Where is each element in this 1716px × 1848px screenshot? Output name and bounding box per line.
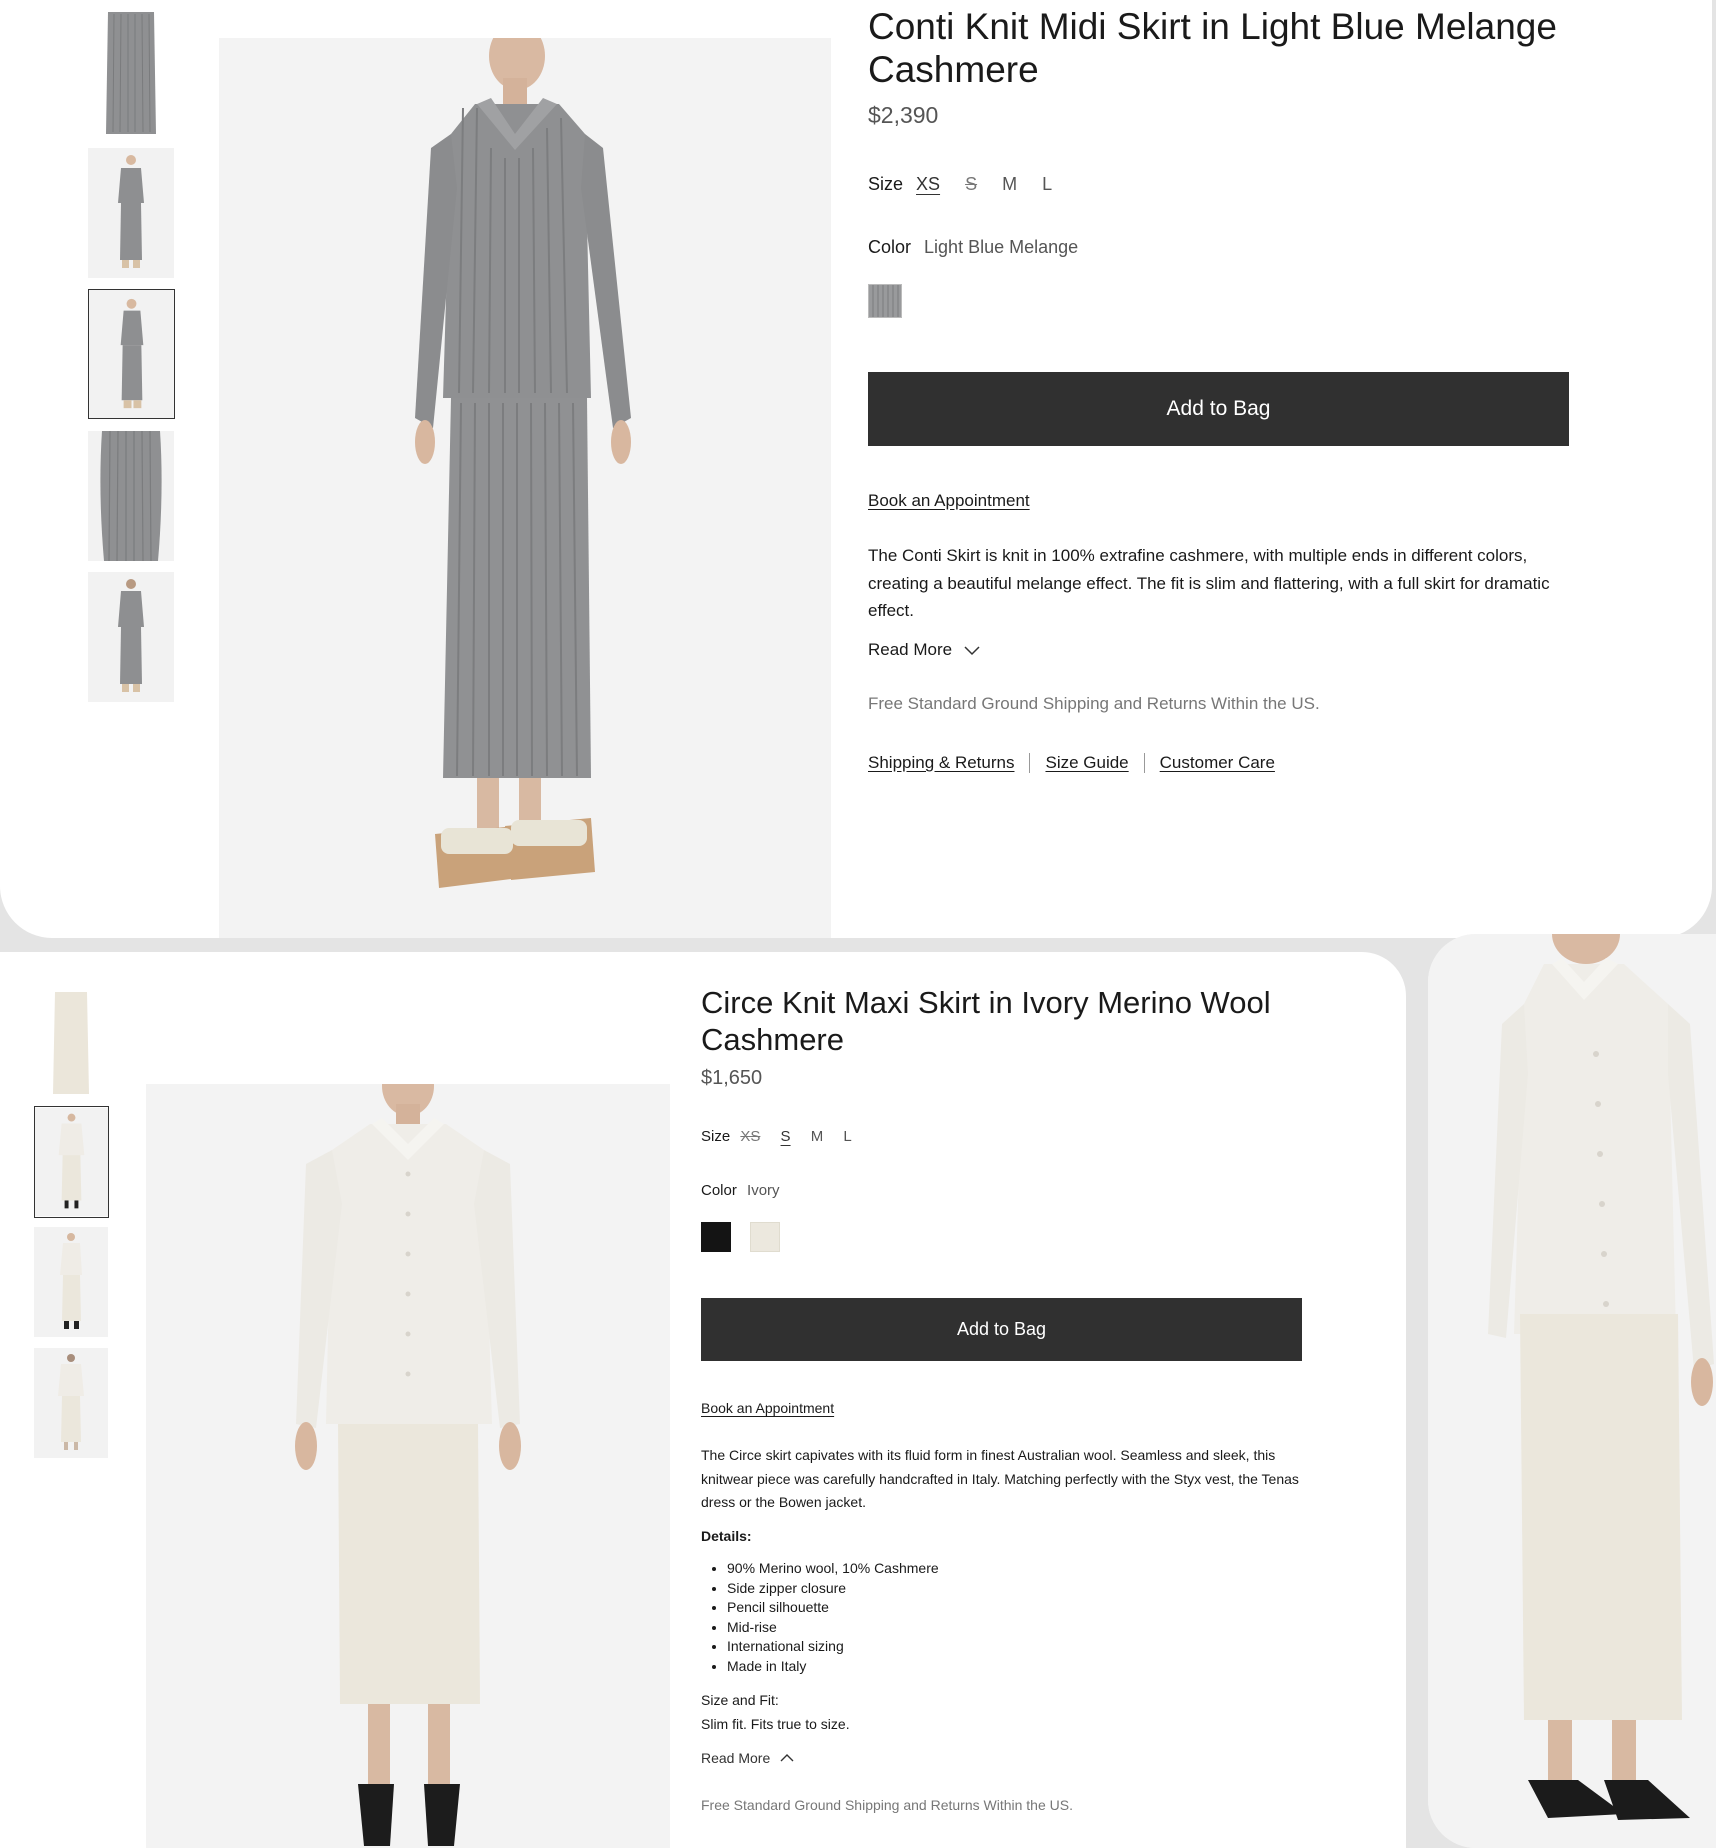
thumbnail-model-side[interactable] bbox=[88, 289, 175, 419]
swatch-light-blue-melange[interactable] bbox=[868, 284, 902, 318]
size-option-s[interactable]: S bbox=[965, 174, 977, 195]
thumbnail-model-back[interactable] bbox=[34, 1348, 108, 1458]
details-item: Pencil silhouette bbox=[727, 1598, 939, 1618]
size-option-m[interactable]: M bbox=[811, 1128, 824, 1145]
product-title: Circe Knit Maxi Skirt in Ivory Merino Wo… bbox=[701, 984, 1341, 1058]
swatch-ivory[interactable] bbox=[750, 1222, 780, 1252]
product-main-image bbox=[146, 1084, 670, 1848]
customer-care-link[interactable]: Customer Care bbox=[1160, 753, 1275, 773]
size-option-l[interactable]: L bbox=[1042, 174, 1052, 195]
link-divider bbox=[1143, 753, 1145, 773]
size-label: Size bbox=[701, 1128, 731, 1145]
product-price: $1,650 bbox=[701, 1067, 763, 1089]
color-value: Ivory bbox=[747, 1182, 780, 1199]
color-selector: Color Light Blue Melange bbox=[868, 237, 1078, 258]
color-value: Light Blue Melange bbox=[924, 237, 1079, 257]
product-title-line1: Circe Knit Maxi Skirt in Ivory Merino Wo… bbox=[701, 985, 1271, 1020]
book-appointment-link[interactable]: Book an Appointment bbox=[701, 1400, 834, 1416]
size-option-xs[interactable]: XS bbox=[740, 1128, 760, 1145]
product-title: Conti Knit Midi Skirt in Light Blue Mela… bbox=[868, 6, 1688, 92]
thumbnail-model-front[interactable] bbox=[34, 1106, 109, 1218]
color-label: Color bbox=[868, 237, 912, 257]
details-heading: Details: bbox=[701, 1528, 752, 1544]
link-divider bbox=[1029, 753, 1031, 773]
size-option-l[interactable]: L bbox=[843, 1128, 851, 1145]
thumbnail-skirt-flat[interactable] bbox=[34, 988, 108, 1098]
details-item: Mid-rise bbox=[727, 1618, 939, 1638]
details-item: Side zipper closure bbox=[727, 1579, 939, 1599]
side-product-image bbox=[1428, 934, 1716, 1848]
shipping-note: Free Standard Ground Shipping and Return… bbox=[701, 1797, 1073, 1813]
product-card-conti: Conti Knit Midi Skirt in Light Blue Mela… bbox=[0, 0, 1712, 938]
product-title-line1: Conti Knit Midi Skirt in Light Blue Mela… bbox=[868, 6, 1557, 47]
details-item: International sizing bbox=[727, 1637, 939, 1657]
add-to-bag-button[interactable]: Add to Bag bbox=[701, 1298, 1302, 1361]
size-option-s[interactable]: S bbox=[781, 1128, 791, 1145]
product-description: The Conti Skirt is knit in 100% extrafin… bbox=[868, 546, 1550, 620]
read-more-toggle[interactable]: Read More bbox=[868, 640, 981, 660]
thumbnail-skirt-detail[interactable] bbox=[88, 431, 174, 561]
color-selector: Color Ivory bbox=[701, 1182, 780, 1199]
size-label: Size bbox=[868, 174, 904, 194]
footer-links: Shipping & Returns Size Guide Customer C… bbox=[868, 753, 1275, 773]
size-option-xs[interactable]: XS bbox=[916, 174, 940, 195]
thumbnail-model-front[interactable] bbox=[88, 148, 174, 278]
product-title-line2: Cashmere bbox=[868, 48, 1039, 90]
shipping-returns-link[interactable]: Shipping & Returns bbox=[868, 753, 1014, 773]
chevron-up-icon bbox=[780, 1754, 794, 1762]
details-list: 90% Merino wool, 10% Cashmere Side zippe… bbox=[701, 1559, 939, 1677]
size-selector: Size XS S M L bbox=[701, 1128, 852, 1145]
product-price: $2,390 bbox=[868, 102, 939, 128]
size-option-m[interactable]: M bbox=[1002, 174, 1017, 195]
details-item: Made in Italy bbox=[727, 1657, 939, 1677]
book-appointment-link[interactable]: Book an Appointment bbox=[868, 491, 1030, 511]
product-description: The Circe skirt capivates with its fluid… bbox=[701, 1447, 1299, 1510]
read-more-toggle[interactable]: Read More bbox=[701, 1750, 795, 1766]
read-more-label: Read More bbox=[701, 1750, 771, 1766]
thumbnail-model-side[interactable] bbox=[34, 1227, 108, 1337]
model-side-image bbox=[1428, 934, 1716, 1848]
size-selector: Size XS S M L bbox=[868, 174, 1052, 195]
color-label: Color bbox=[701, 1182, 737, 1199]
size-fit-text: Slim fit. Fits true to size. bbox=[701, 1716, 850, 1732]
product-main-image bbox=[219, 38, 831, 938]
read-more-label: Read More bbox=[868, 640, 953, 659]
shipping-note: Free Standard Ground Shipping and Return… bbox=[868, 694, 1320, 713]
chevron-down-icon bbox=[964, 646, 980, 656]
thumbnail-model-back[interactable] bbox=[88, 572, 174, 702]
size-guide-link[interactable]: Size Guide bbox=[1045, 753, 1128, 773]
details-item: 90% Merino wool, 10% Cashmere bbox=[727, 1559, 939, 1579]
size-fit-heading: Size and Fit: bbox=[701, 1692, 779, 1708]
thumbnail-skirt-flat[interactable] bbox=[88, 10, 174, 136]
swatch-black[interactable] bbox=[701, 1222, 731, 1252]
add-to-bag-button[interactable]: Add to Bag bbox=[868, 372, 1569, 446]
product-title-line2: Cashmere bbox=[701, 1022, 844, 1058]
product-card-circe: Circe Knit Maxi Skirt in Ivory Merino Wo… bbox=[0, 952, 1406, 1848]
